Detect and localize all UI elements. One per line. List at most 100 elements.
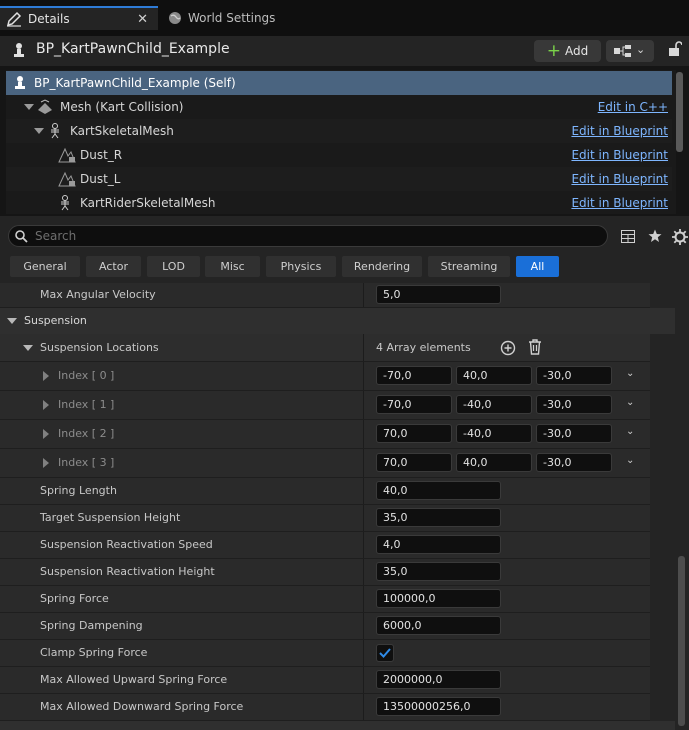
vector-x-field[interactable]: 70,0 — [376, 424, 452, 443]
collapse-arrow-icon[interactable] — [34, 128, 44, 134]
chevron-down-icon[interactable]: ⌄ — [626, 426, 634, 437]
add-element-icon[interactable] — [500, 340, 516, 356]
edit-in-blueprint-link[interactable]: Edit in Blueprint — [571, 148, 668, 162]
tree-item-mesh[interactable]: Mesh (Kart Collision) Edit in C++ — [6, 95, 672, 119]
plus-icon: + — [546, 40, 561, 61]
spring-force-field[interactable]: 100000,0 — [376, 589, 501, 608]
vector-z-field[interactable]: -30,0 — [536, 366, 612, 385]
properties-scrollbar[interactable] — [678, 556, 685, 726]
vector-y-field[interactable]: 40,0 — [456, 453, 532, 472]
collision-icon — [38, 99, 52, 114]
expand-arrow-icon[interactable] — [43, 458, 49, 468]
clamp-spring-force-checkbox[interactable] — [376, 644, 394, 662]
edit-in-blueprint-link[interactable]: Edit in Blueprint — [571, 124, 668, 138]
tab-details[interactable]: Details ✕ — [0, 6, 158, 30]
expand-arrow-icon[interactable] — [43, 429, 49, 439]
array-element-row-1: Index [ 1 ] -70,0 -40,0 -30,0 ⌄ — [0, 391, 650, 420]
filter-actor[interactable]: Actor — [86, 256, 141, 277]
tree-item-label: KartSkeletalMesh — [70, 124, 174, 138]
skeleton-icon — [61, 195, 69, 211]
suspension-reactivation-height-field[interactable]: 35,0 — [376, 562, 501, 581]
property-label: Suspension Locations — [40, 341, 159, 354]
filter-misc[interactable]: Misc — [205, 256, 260, 277]
property-row-suspension-locations: Suspension Locations 4 Array elements — [0, 334, 650, 362]
filter-general[interactable]: General — [10, 256, 80, 277]
column-divider — [363, 334, 364, 361]
spring-dampening-field[interactable]: 6000,0 — [376, 616, 501, 635]
tree-item-label: Dust_R — [80, 148, 123, 162]
search-box[interactable] — [8, 225, 608, 247]
column-divider — [363, 559, 364, 585]
chevron-down-icon[interactable]: ⌄ — [626, 368, 634, 379]
filter-physics[interactable]: Physics — [266, 256, 336, 277]
skeleton-icon — [51, 123, 59, 139]
close-icon[interactable]: ✕ — [137, 12, 148, 27]
vector-z-field[interactable]: -30,0 — [536, 395, 612, 414]
column-divider — [363, 362, 364, 390]
array-element-row-2: Index [ 2 ] 70,0 -40,0 -30,0 ⌄ — [0, 420, 650, 449]
tree-item-dust-l[interactable]: Dust_L Edit in Blueprint — [6, 167, 672, 191]
tree-item-label: BP_KartPawnChild_Example (Self) — [34, 76, 236, 90]
vector-x-field[interactable]: -70,0 — [376, 366, 452, 385]
edit-in-cpp-link[interactable]: Edit in C++ — [598, 100, 668, 114]
vector-x-field[interactable]: 70,0 — [376, 453, 452, 472]
expand-arrow-icon[interactable] — [43, 371, 49, 381]
column-divider — [363, 586, 364, 612]
filter-rendering[interactable]: Rendering — [342, 256, 422, 277]
particle-system-icon — [58, 147, 76, 163]
chevron-down-icon: ⌄ — [636, 43, 646, 56]
edit-in-blueprint-link[interactable]: Edit in Blueprint — [571, 172, 668, 186]
max-angular-velocity-field[interactable]: 5,0 — [376, 285, 501, 304]
property-label: Spring Force — [40, 592, 109, 605]
collapse-arrow-icon[interactable] — [24, 104, 34, 110]
filter-all[interactable]: All — [516, 256, 559, 277]
blueprint-options-button[interactable]: ⌄ — [606, 40, 654, 62]
tree-item-kart-skeletal-mesh[interactable]: KartSkeletalMesh Edit in Blueprint — [6, 119, 672, 143]
property-row-spring-length: Spring Length 40,0 — [0, 478, 650, 505]
tree-item-label: KartRiderSkeletalMesh — [80, 196, 216, 210]
edit-in-blueprint-link[interactable]: Edit in Blueprint — [571, 196, 668, 210]
vector-x-field[interactable]: -70,0 — [376, 395, 452, 414]
chevron-down-icon[interactable]: ⌄ — [626, 397, 634, 408]
gear-icon[interactable] — [672, 229, 688, 245]
pawn-icon — [15, 76, 25, 89]
target-suspension-height-field[interactable]: 35,0 — [376, 508, 501, 527]
category-next[interactable] — [0, 721, 675, 730]
property-row-suspension-reactivation-speed: Suspension Reactivation Speed 4,0 — [0, 532, 650, 559]
lock-icon[interactable] — [668, 41, 682, 57]
tree-item-self[interactable]: BP_KartPawnChild_Example (Self) — [6, 71, 672, 95]
property-label: Suspension Reactivation Speed — [40, 538, 213, 551]
tree-item-dust-r[interactable]: Dust_R Edit in Blueprint — [6, 143, 672, 167]
collapse-arrow-icon[interactable] — [23, 345, 33, 351]
star-icon[interactable] — [648, 229, 662, 243]
property-label: Max Allowed Downward Spring Force — [40, 700, 244, 713]
collapse-arrow-icon[interactable] — [7, 318, 17, 324]
vector-z-field[interactable]: -30,0 — [536, 424, 612, 443]
grid-view-icon[interactable] — [621, 230, 635, 243]
add-component-button[interactable]: + Add — [534, 40, 601, 62]
search-input[interactable] — [35, 228, 595, 244]
max-downward-spring-force-field[interactable]: 13500000256,0 — [376, 697, 501, 716]
vector-y-field[interactable]: 40,0 — [456, 366, 532, 385]
trash-icon[interactable] — [528, 339, 542, 355]
property-row-target-suspension-height: Target Suspension Height 35,0 — [0, 505, 650, 532]
max-upward-spring-force-field[interactable]: 2000000,0 — [376, 670, 501, 689]
filter-lod[interactable]: LOD — [147, 256, 200, 277]
vector-z-field[interactable]: -30,0 — [536, 453, 612, 472]
expand-arrow-icon[interactable] — [43, 400, 49, 410]
property-row-spring-force: Spring Force 100000,0 — [0, 586, 650, 613]
chevron-down-icon[interactable]: ⌄ — [626, 455, 634, 466]
vector-y-field[interactable]: -40,0 — [456, 424, 532, 443]
tree-scrollbar[interactable] — [676, 72, 683, 152]
tab-details-label: Details — [28, 12, 70, 26]
filter-streaming[interactable]: Streaming — [428, 256, 510, 277]
category-suspension[interactable]: Suspension — [0, 308, 675, 334]
suspension-reactivation-speed-field[interactable]: 4,0 — [376, 535, 501, 554]
tree-item-label: Mesh (Kart Collision) — [60, 100, 184, 114]
property-label: Suspension Reactivation Height — [40, 565, 215, 578]
column-divider — [363, 283, 364, 307]
tab-world-settings[interactable]: World Settings — [164, 6, 324, 30]
spring-length-field[interactable]: 40,0 — [376, 481, 501, 500]
tree-item-kart-rider-skeletal-mesh[interactable]: KartRiderSkeletalMesh Edit in Blueprint — [6, 191, 672, 215]
vector-y-field[interactable]: -40,0 — [456, 395, 532, 414]
